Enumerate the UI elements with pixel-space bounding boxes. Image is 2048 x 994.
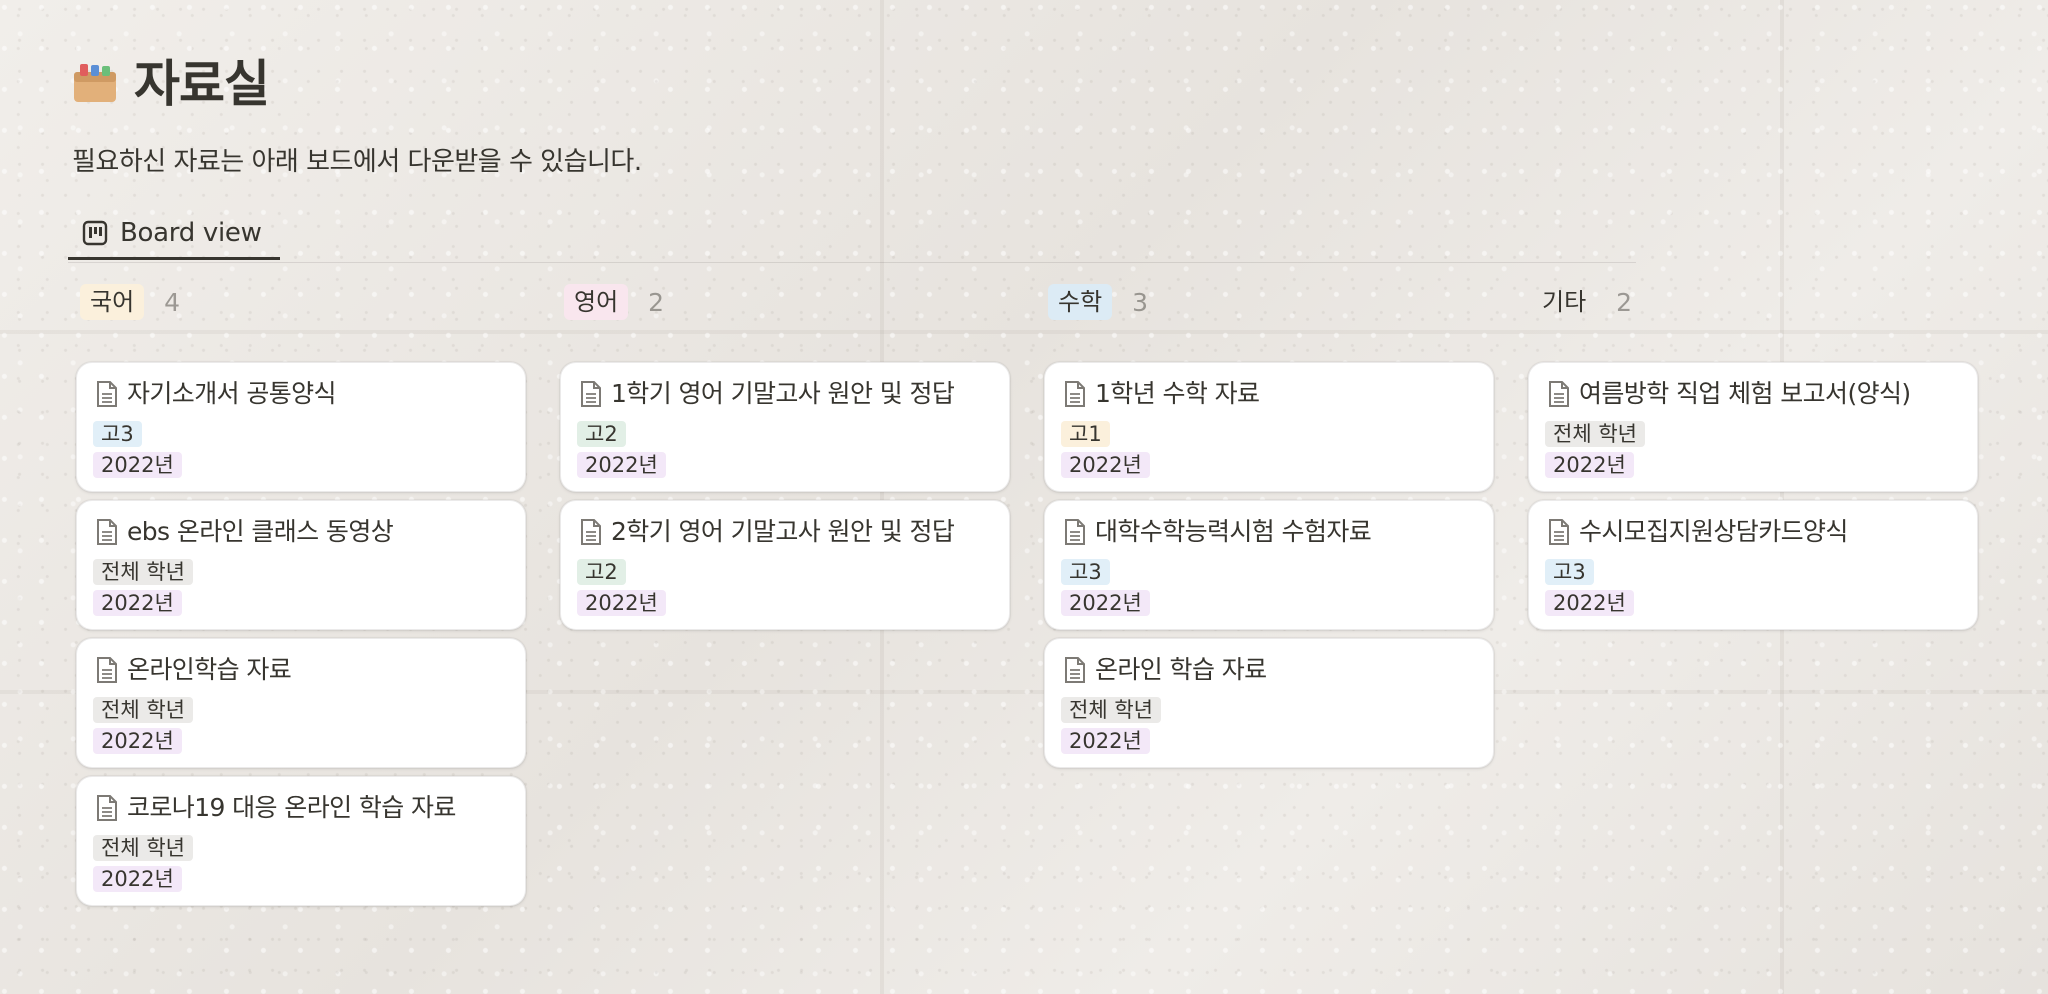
card-title: 온라인학습 자료 [127, 655, 292, 684]
page-icon [1549, 381, 1569, 407]
year-tag: 2022년 [577, 452, 666, 478]
year-tag: 2022년 [1061, 590, 1150, 616]
card-title: 수시모집지원상담카드양식 [1579, 517, 1848, 546]
board-card[interactable]: 자기소개서 공통양식 고3 2022년 [76, 362, 526, 492]
board-card[interactable]: 1학년 수학 자료 고1 2022년 [1044, 362, 1494, 492]
card-title: 2학기 영어 기말고사 원안 및 정답 [611, 517, 955, 546]
card-title: 1학년 수학 자료 [1095, 379, 1260, 408]
group-tag[interactable]: 수학 [1048, 284, 1113, 320]
tab-board-view[interactable]: Board view [68, 208, 280, 260]
year-tag: 2022년 [1545, 452, 1634, 478]
grade-tag: 전체 학년 [93, 697, 193, 723]
grade-tag: 전체 학년 [93, 835, 193, 861]
card-title: 온라인 학습 자료 [1095, 655, 1267, 684]
card-title: 1학기 영어 기말고사 원안 및 정답 [611, 379, 955, 408]
grade-tag: 전체 학년 [1061, 697, 1161, 723]
card-title: 자기소개서 공통양식 [127, 379, 337, 408]
card-list: 1학년 수학 자료 고1 2022년 대학수학능력시험 수험자료 고3 2022… [1044, 362, 1494, 776]
page-title: 자료실 [134, 55, 270, 113]
column-header: 국어 4 [80, 282, 180, 322]
year-tag: 2022년 [1061, 452, 1150, 478]
grade-tag: 고1 [1061, 421, 1110, 447]
card-file-box-icon [74, 64, 116, 102]
card-list: 1학기 영어 기말고사 원안 및 정답 고2 2022년 2학기 영어 기말고사… [560, 362, 1010, 638]
column-header: 영어 2 [564, 282, 664, 322]
page-icon [581, 519, 601, 545]
year-tag: 2022년 [577, 590, 666, 616]
grade-tag: 고3 [93, 421, 142, 447]
card-list: 자기소개서 공통양식 고3 2022년 ebs 온라인 클래스 동영상 전체 학… [76, 362, 526, 914]
view-tab-label: Board view [120, 217, 262, 248]
board-icon [82, 220, 108, 245]
board-card[interactable]: 코로나19 대응 온라인 학습 자료 전체 학년 2022년 [76, 776, 526, 906]
column-header: 수학 3 [1048, 282, 1148, 322]
year-tag: 2022년 [93, 452, 182, 478]
group-count: 4 [164, 287, 181, 317]
card-title: ebs 온라인 클래스 동영상 [127, 517, 394, 546]
year-tag: 2022년 [93, 866, 182, 892]
page-icon [97, 381, 117, 407]
page-icon [97, 657, 117, 683]
group-tag[interactable]: 국어 [80, 284, 145, 320]
grade-tag: 고3 [1061, 559, 1110, 585]
group-tag[interactable]: 기타 [1532, 284, 1596, 320]
grade-tag: 전체 학년 [1545, 421, 1645, 447]
grade-tag: 전체 학년 [93, 559, 193, 585]
group-count: 2 [648, 287, 665, 317]
page-icon [1549, 519, 1569, 545]
grade-tag: 고2 [577, 559, 626, 585]
page-icon [581, 381, 601, 407]
column-header: 기타 2 [1532, 282, 1632, 322]
page-icon [1065, 657, 1085, 683]
board-card[interactable]: 대학수학능력시험 수험자료 고3 2022년 [1044, 500, 1494, 630]
year-tag: 2022년 [93, 728, 182, 754]
card-title: 여름방학 직업 체험 보고서(양식) [1579, 379, 1911, 408]
page-icon [97, 795, 117, 821]
group-count: 2 [1616, 287, 1633, 317]
page-icon [97, 519, 117, 545]
card-title: 대학수학능력시험 수험자료 [1095, 517, 1372, 546]
board-card[interactable]: 온라인 학습 자료 전체 학년 2022년 [1044, 638, 1494, 768]
page-description: 필요하신 자료는 아래 보드에서 다운받을 수 있습니다. [72, 147, 642, 177]
card-list: 여름방학 직업 체험 보고서(양식) 전체 학년 2022년 수시모집지원상담카… [1528, 362, 1978, 638]
board-card[interactable]: 1학기 영어 기말고사 원안 및 정답 고2 2022년 [560, 362, 1010, 492]
group-count: 3 [1132, 287, 1149, 317]
page-icon [1065, 381, 1085, 407]
grade-tag: 고3 [1545, 559, 1594, 585]
board: 국어 4 자기소개서 공통양식 고3 2022년 ebs 온라인 클래스 동영상… [76, 282, 1978, 922]
page-icon [1065, 519, 1085, 545]
board-card[interactable]: 수시모집지원상담카드양식 고3 2022년 [1528, 500, 1978, 630]
year-tag: 2022년 [1061, 728, 1150, 754]
group-tag[interactable]: 영어 [564, 284, 629, 320]
board-card[interactable]: 여름방학 직업 체험 보고서(양식) 전체 학년 2022년 [1528, 362, 1978, 492]
board-card[interactable]: ebs 온라인 클래스 동영상 전체 학년 2022년 [76, 500, 526, 630]
board-card[interactable]: 2학기 영어 기말고사 원안 및 정답 고2 2022년 [560, 500, 1010, 630]
year-tag: 2022년 [93, 590, 182, 616]
year-tag: 2022년 [1545, 590, 1634, 616]
card-title: 코로나19 대응 온라인 학습 자료 [127, 793, 456, 822]
board-card[interactable]: 온라인학습 자료 전체 학년 2022년 [76, 638, 526, 768]
view-tabs: Board view [68, 208, 1636, 263]
grade-tag: 고2 [577, 421, 626, 447]
